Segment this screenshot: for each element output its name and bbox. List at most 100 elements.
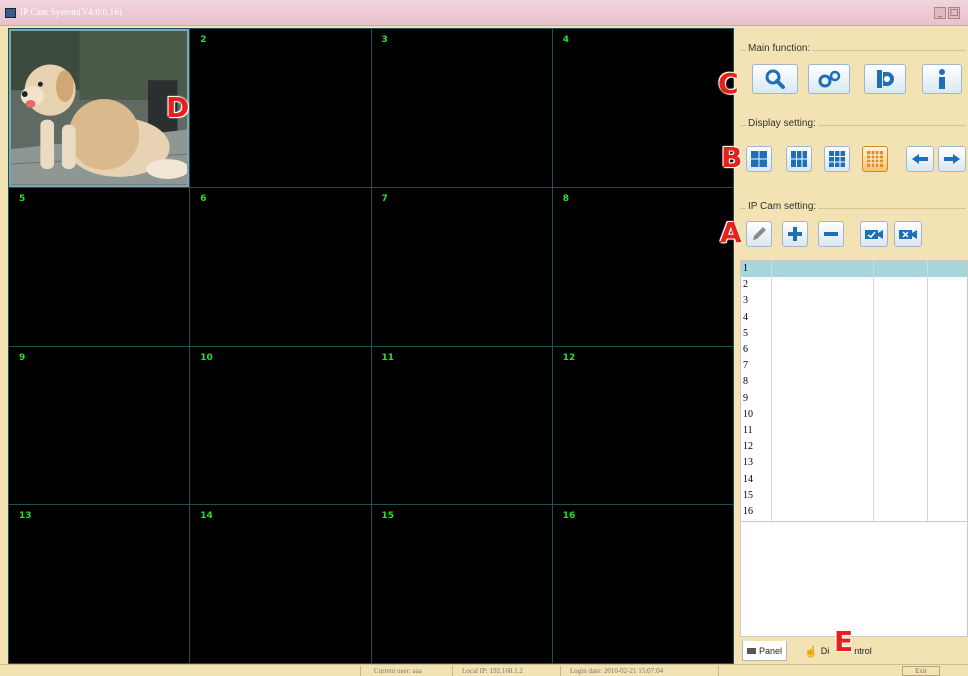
edit-camera-button[interactable] — [746, 221, 772, 247]
camera-cell[interactable]: 4 — [552, 29, 733, 187]
camera-cell[interactable]: 7 — [371, 187, 552, 346]
previous-page-button[interactable] — [906, 146, 934, 172]
table-row[interactable]: 2 — [741, 277, 967, 293]
minimize-icon[interactable]: _ — [934, 7, 946, 19]
table-column-divider — [927, 261, 928, 521]
status-login-date: Login date: 2010-02-21 15:07:04 — [570, 667, 664, 675]
next-page-button[interactable] — [938, 146, 966, 172]
camera-cell[interactable]: 11 — [371, 346, 552, 505]
arrow-left-icon — [912, 154, 928, 164]
window-title: IP Cam System(V4.0.0.16) — [20, 7, 123, 17]
camera-icon — [747, 647, 756, 654]
layout-6-button[interactable] — [786, 146, 812, 172]
ipcam-setting-label: IP Cam setting: — [746, 201, 819, 212]
annotation-c: C — [718, 67, 739, 100]
connect-camera-button[interactable] — [860, 221, 888, 247]
table-row[interactable]: 3 — [741, 293, 967, 309]
channel-number: 2 — [200, 35, 207, 45]
remove-camera-button[interactable] — [818, 221, 844, 247]
channel-number: 7 — [381, 193, 388, 204]
info-button[interactable] — [922, 64, 962, 94]
camera-cell[interactable]: 14 — [190, 505, 371, 663]
settings-button[interactable] — [808, 64, 850, 94]
table-row[interactable]: 14 — [741, 472, 967, 488]
channel-number: 14 — [200, 511, 213, 522]
table-row[interactable]: 12 — [741, 439, 967, 455]
camera-cell[interactable]: 16 — [552, 505, 733, 663]
record-icon — [877, 70, 894, 88]
table-row[interactable]: 6 — [741, 342, 967, 358]
layout-9-icon — [829, 151, 845, 167]
camera-list-table[interactable]: 16 15 14 13 12 11 10 9 8 7 6 5 4 3 2 1 — [740, 260, 968, 522]
status-separator — [560, 666, 561, 676]
camera-feed-image — [11, 31, 188, 185]
table-row[interactable]: 10 — [741, 407, 967, 423]
info-icon — [939, 69, 945, 89]
table-row[interactable]: 9 — [741, 391, 967, 407]
channel-number: 15 — [381, 511, 395, 522]
channel-number: 16 — [562, 511, 576, 522]
tab-device-control-label-tail: ntrol — [854, 646, 872, 656]
table-row[interactable]: 13 — [741, 455, 967, 471]
table-row[interactable]: 11 — [741, 423, 967, 439]
channel-number: 10 — [200, 352, 213, 363]
camera-cell[interactable]: 8 — [552, 187, 733, 346]
channel-number: 3 — [381, 35, 388, 45]
display-setting-label: Display setting: — [746, 118, 818, 129]
camera-cell[interactable]: 3 — [371, 29, 552, 187]
maximize-icon[interactable]: □ — [948, 7, 960, 19]
channel-number: 12 — [562, 352, 576, 363]
channel-number: 6 — [200, 193, 207, 204]
exit-button[interactable]: Exit — [902, 666, 940, 676]
table-empty-area — [740, 522, 968, 636]
table-row[interactable]: 7 — [741, 358, 967, 374]
camera-cell[interactable]: 9 — [9, 346, 190, 505]
annotation-e: E — [834, 625, 854, 658]
app-icon — [5, 8, 16, 18]
search-button[interactable] — [752, 64, 798, 94]
camera-cell[interactable]: 15 — [371, 505, 552, 663]
camera-cell[interactable]: 5 — [9, 187, 190, 346]
channel-number: 5 — [19, 193, 26, 204]
hand-icon: ☝ — [804, 645, 818, 658]
camera-cell[interactable]: 2 — [190, 29, 371, 187]
channel-number: 4 — [562, 35, 570, 45]
status-separator — [452, 666, 453, 676]
layout-16-button[interactable] — [862, 146, 888, 172]
add-camera-button[interactable] — [782, 221, 808, 247]
status-bar: Current user: aaa Local IP: 192.168.1.2 … — [0, 664, 968, 676]
table-row[interactable]: 4 — [741, 310, 967, 326]
layout-9-button[interactable] — [824, 146, 850, 172]
bottom-tabs: Panel ☝ Di ntrol — [740, 636, 968, 662]
tab-panel-label: Panel — [759, 645, 783, 656]
arrow-right-icon — [944, 154, 960, 164]
camera-cell[interactable]: 13 — [9, 505, 190, 663]
camera-cell[interactable]: 6 — [190, 187, 371, 346]
layout-4-button[interactable] — [746, 146, 772, 172]
table-row[interactable]: 15 — [741, 488, 967, 504]
settings-icon — [818, 70, 841, 88]
table-row[interactable]: 1 — [741, 261, 967, 277]
search-icon — [765, 69, 785, 89]
channel-number: 9 — [19, 352, 26, 363]
annotation-b: B — [721, 141, 743, 174]
tab-device-control-label: Di — [820, 646, 830, 656]
camera-cell[interactable] — [9, 29, 190, 187]
record-button[interactable] — [864, 64, 906, 94]
status-separator — [360, 666, 361, 676]
connect-icon — [865, 230, 883, 239]
camera-cell[interactable]: 12 — [552, 346, 733, 505]
camera-cell[interactable]: 10 — [190, 346, 371, 505]
layout-4-icon — [751, 151, 767, 167]
table-row[interactable]: 16 — [741, 504, 967, 520]
annotation-a: A — [720, 216, 742, 249]
tab-panel[interactable]: Panel — [742, 641, 788, 661]
remove-icon — [824, 232, 838, 236]
control-panel: Main function: Display setting: IP Cam s… — [736, 28, 968, 664]
table-row[interactable]: 8 — [741, 374, 967, 390]
table-row[interactable]: 5 — [741, 326, 967, 342]
channel-number: 8 — [562, 193, 570, 204]
layout-16-icon — [867, 151, 883, 167]
layout-6-icon — [791, 151, 807, 167]
disconnect-camera-button[interactable] — [894, 221, 922, 247]
